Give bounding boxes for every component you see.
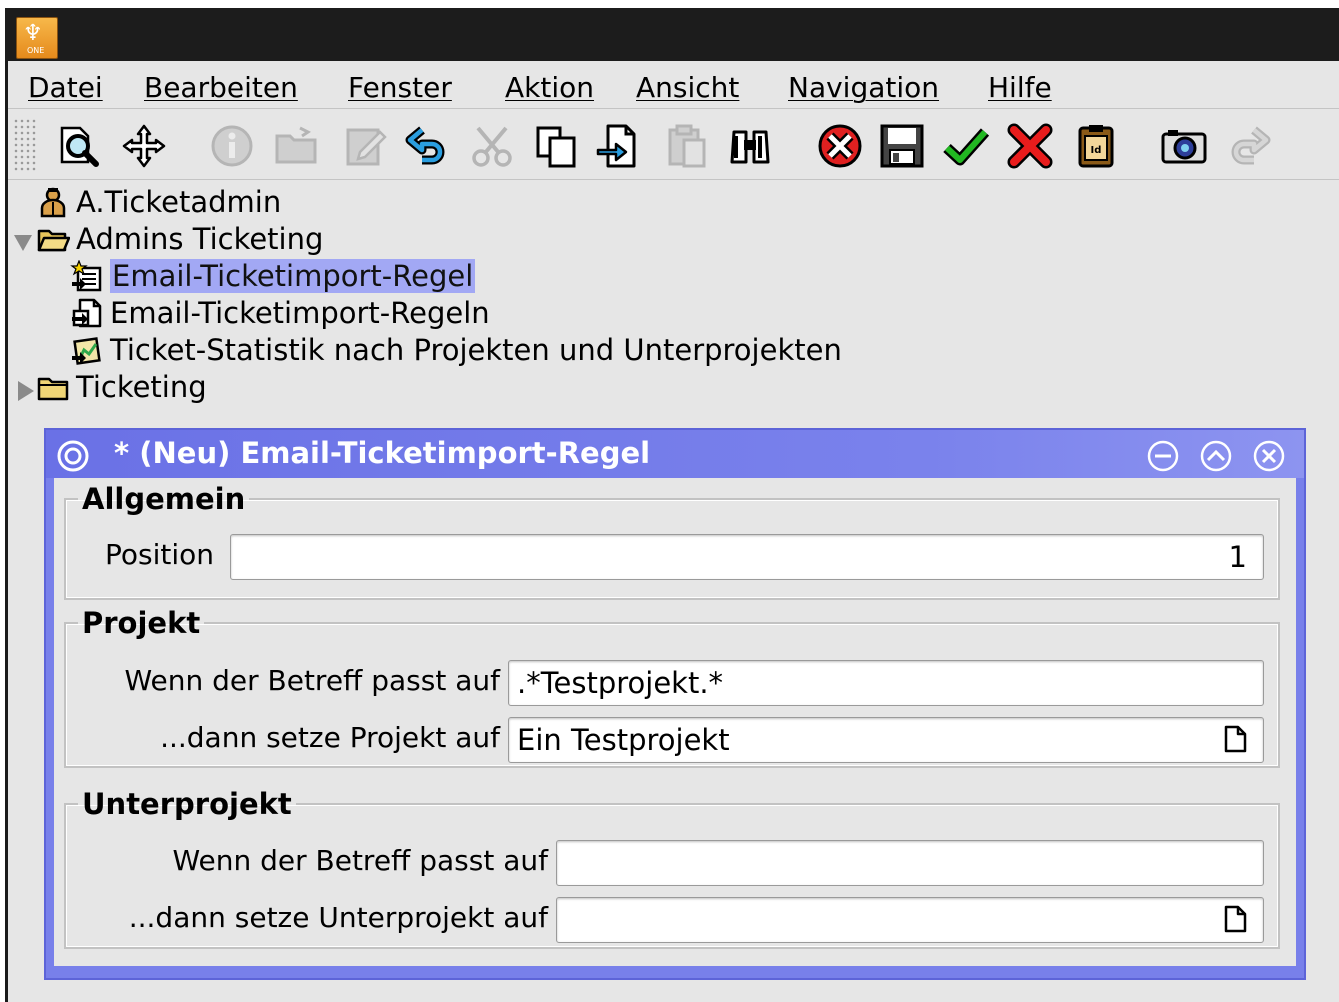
undo-icon[interactable] — [402, 120, 454, 172]
tree-item-label: Email-Ticketimport-Regeln — [110, 296, 490, 330]
subproject-subject-label: Wenn der Betreff passt auf — [172, 844, 548, 877]
project-subject-input[interactable] — [508, 660, 1264, 706]
group-title: Unterprojekt — [82, 787, 292, 821]
position-input[interactable] — [230, 534, 1264, 580]
tree-item-label: A.Ticketadmin — [76, 185, 282, 219]
minimize-icon[interactable] — [1146, 439, 1180, 473]
menu-datei[interactable]: Datei — [28, 71, 103, 105]
project-select-value: Ein Testprojekt — [517, 723, 730, 757]
frame-titlebar[interactable]: * (Neu) Email-Ticketimport-Regel — [46, 430, 1304, 478]
cancel-icon[interactable] — [814, 120, 866, 172]
new-form-icon — [70, 259, 104, 292]
internal-frame: * (Neu) Email-Ticketimport-Regel Allgeme… — [44, 428, 1306, 980]
find-binoculars-icon[interactable] — [724, 120, 776, 172]
tree-collapsed-icon[interactable] — [14, 379, 36, 403]
confirm-check-icon[interactable] — [940, 120, 992, 172]
cut-icon — [466, 120, 518, 172]
folder-icon — [270, 120, 322, 172]
navigation-tree: A.Ticketadmin Admins Ticketing Email-Tic… — [8, 180, 1339, 420]
subproject-set-label: ...dann setze Unterprojekt auf — [128, 901, 548, 934]
frame-content: Allgemein Position Projekt Wenn der Betr… — [54, 478, 1296, 966]
menu-aktion[interactable]: Aktion — [505, 71, 594, 105]
camera-icon[interactable] — [1158, 120, 1210, 172]
save-icon[interactable] — [876, 120, 928, 172]
window-titlebar: ♆ ONE — [5, 8, 1339, 61]
project-subject-label: Wenn der Betreff passt auf — [124, 664, 500, 697]
tree-item-email-ticketimport-regeln[interactable]: Email-Ticketimport-Regeln — [70, 295, 490, 331]
tree-item-label: Ticketing — [76, 370, 207, 404]
toolbar-grip-handle[interactable] — [13, 118, 37, 172]
tree-item-admins-ticketing[interactable]: Admins Ticketing — [36, 221, 323, 257]
group-title: Allgemein — [82, 482, 246, 516]
delete-x-icon[interactable] — [1004, 120, 1056, 172]
document-icon[interactable] — [1220, 904, 1254, 938]
id-clipboard-icon[interactable]: Id — [1070, 120, 1122, 172]
menu-navigation[interactable]: Navigation — [788, 71, 939, 105]
menu-ansicht[interactable]: Ansicht — [636, 71, 739, 105]
tree-item-label: Email-Ticketimport-Regel — [110, 259, 476, 293]
menu-fenster[interactable]: Fenster — [348, 71, 452, 105]
tree-expanded-icon[interactable] — [12, 231, 34, 255]
form-list-icon — [70, 297, 104, 329]
project-select-field[interactable]: Ein Testprojekt — [508, 717, 1264, 763]
app-window: ♆ ONE Datei Bearbeiten Fenster Aktion An… — [5, 8, 1339, 1002]
frame-title: * (Neu) Email-Ticketimport-Regel — [114, 436, 651, 470]
frame-menu-icon[interactable] — [56, 439, 90, 473]
tree-item-ticket-statistik[interactable]: Ticket-Statistik nach Projekten und Unte… — [70, 332, 842, 368]
menu-hilfe[interactable]: Hilfe — [988, 71, 1052, 105]
project-set-label: ...dann setze Projekt auf — [160, 721, 500, 754]
svg-text:Id: Id — [1091, 145, 1102, 156]
tree-item-ticketadmin[interactable]: A.Ticketadmin — [36, 184, 281, 220]
folder-icon — [36, 371, 70, 403]
copy-icon[interactable] — [530, 120, 582, 172]
document-icon[interactable] — [1220, 724, 1254, 758]
report-icon — [70, 334, 104, 366]
menu-bar: Datei Bearbeiten Fenster Aktion Ansicht … — [8, 61, 1339, 109]
tree-item-email-ticketimport-regel[interactable]: Email-Ticketimport-Regel — [70, 258, 476, 294]
search-zoom-icon[interactable] — [52, 120, 104, 172]
subproject-subject-input[interactable] — [556, 840, 1264, 886]
tree-item-label: Ticket-Statistik nach Projekten und Unte… — [110, 333, 842, 367]
redo-icon — [1222, 120, 1274, 172]
navigate-icon[interactable] — [118, 120, 170, 172]
app-logo-text: ONE — [27, 46, 45, 55]
paste-icon — [660, 120, 712, 172]
info-icon — [206, 120, 258, 172]
close-icon[interactable] — [1252, 439, 1286, 473]
group-title: Projekt — [82, 606, 201, 640]
paste-into-icon[interactable] — [592, 120, 644, 172]
tree-item-label: Admins Ticketing — [76, 222, 324, 256]
folder-open-icon — [36, 223, 71, 255]
app-logo-icon[interactable]: ♆ ONE — [16, 17, 58, 59]
user-icon — [36, 186, 70, 218]
subproject-select-field[interactable] — [556, 897, 1264, 943]
menu-bearbeiten[interactable]: Bearbeiten — [144, 71, 298, 105]
edit-icon — [340, 120, 392, 172]
position-label: Position — [104, 538, 214, 571]
tree-item-ticketing[interactable]: Ticketing — [36, 369, 207, 405]
toolbar: Id — [8, 110, 1339, 180]
maximize-icon[interactable] — [1199, 439, 1233, 473]
